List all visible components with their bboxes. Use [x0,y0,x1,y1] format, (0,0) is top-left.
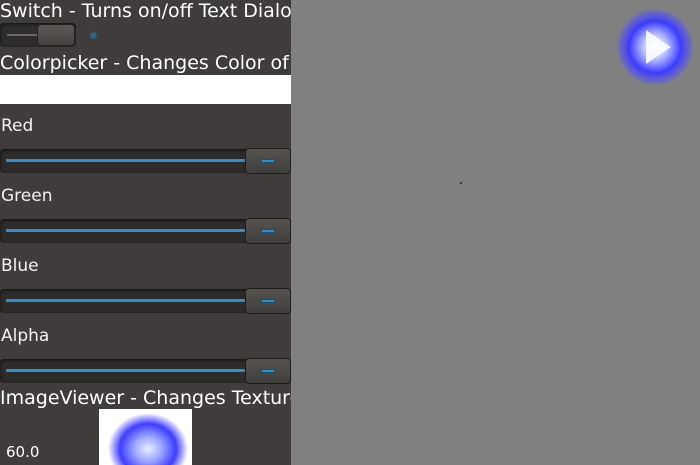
slider-handle[interactable] [245,218,291,244]
slider-fill [6,299,245,302]
switch-indicator-light [91,33,96,38]
switch-track-line [7,34,37,36]
slider-handle[interactable] [245,358,291,384]
green-slider-label: Green [1,186,53,206]
slider-handle[interactable] [245,288,291,314]
slider-grip-icon [261,159,275,163]
switch-knob[interactable] [37,24,75,46]
slider-grip-icon [261,229,275,233]
stage-marker-dot [460,182,462,184]
blue-slider-label: Blue [1,256,39,276]
red-slider[interactable] [0,148,291,174]
alpha-slider-label: Alpha [1,326,50,346]
fps-readout: 60.0 [6,443,40,461]
slider-fill [6,369,245,372]
slider-handle[interactable] [245,148,291,174]
slider-grip-icon [261,369,275,373]
green-slider[interactable] [0,218,291,244]
blue-slider[interactable] [0,288,291,314]
slider-fill [6,159,245,162]
controls-panel: Switch - Turns on/off Text Dialog Colorp… [0,0,391,465]
slider-fill [6,229,245,232]
slider-grip-icon [261,299,275,303]
image-viewer[interactable] [99,409,192,465]
scene-stage [291,0,700,465]
blue-glow-play-sprite-icon[interactable] [615,6,695,88]
red-slider-label: Red [1,116,34,136]
color-preview-rect [0,75,291,104]
alpha-slider[interactable] [0,358,291,384]
colorpicker-section-title: Colorpicker - Changes Color of Rect [0,52,337,74]
switch-section-title: Switch - Turns on/off Text Dialog [0,0,304,22]
blue-glow-texture-icon [99,409,192,465]
text-dialog-switch[interactable] [0,23,76,47]
